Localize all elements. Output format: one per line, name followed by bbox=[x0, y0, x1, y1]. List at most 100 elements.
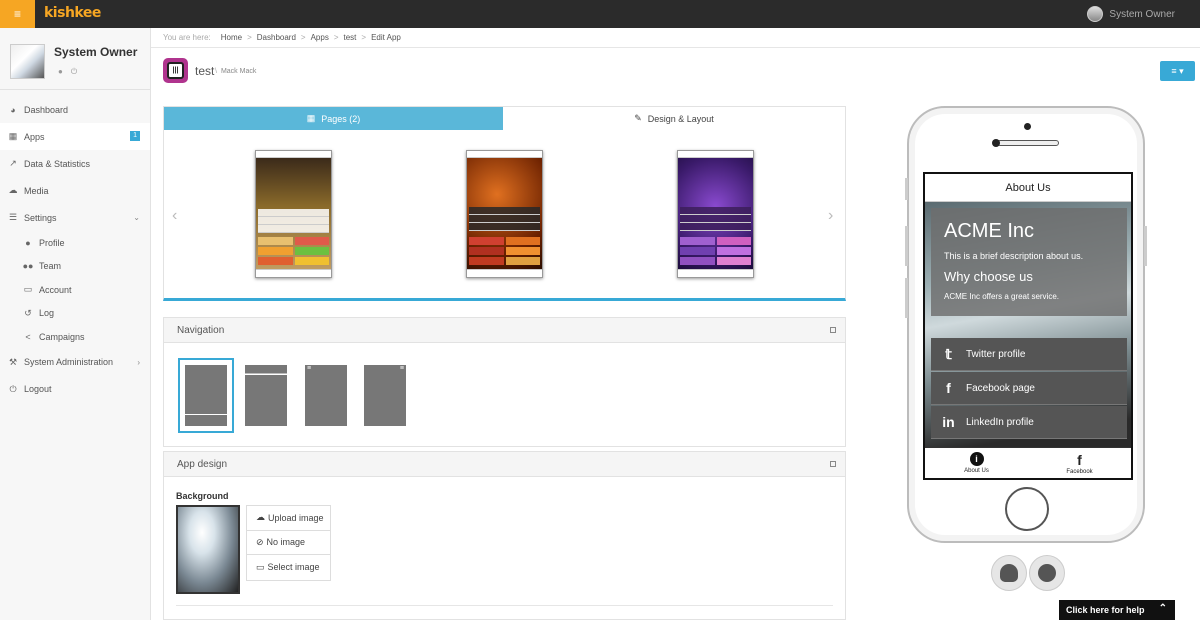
page-thumbnail-about-us[interactable] bbox=[255, 150, 332, 278]
pages-panel: ▦ Pages (2) ✎ Design & Layout ‹ › bbox=[163, 106, 846, 301]
panel-title: Navigation bbox=[177, 324, 225, 336]
app-icon: ||| bbox=[163, 58, 188, 83]
user-icon[interactable]: ● bbox=[58, 67, 63, 77]
carousel-next-icon[interactable]: › bbox=[828, 207, 833, 225]
grid-icon: ▦ bbox=[8, 131, 18, 141]
page-thumbnail-gallery[interactable] bbox=[677, 150, 754, 278]
sidebar-item-dashboard[interactable]: ◕ Dashboard bbox=[0, 96, 150, 123]
apple-icon bbox=[1038, 564, 1056, 582]
android-button[interactable] bbox=[991, 555, 1027, 591]
logo[interactable]: kishkee bbox=[44, 5, 101, 21]
panel-title: App design bbox=[177, 458, 228, 470]
carousel-prev-icon[interactable]: ‹ bbox=[172, 207, 177, 225]
button-label: No image bbox=[266, 537, 306, 548]
sidebar-item-account[interactable]: ▭ Account bbox=[0, 278, 150, 302]
sidebar-item-media[interactable]: ☁ Media bbox=[0, 177, 150, 204]
no-image-button[interactable]: ⊘ No image bbox=[247, 531, 330, 555]
android-icon bbox=[1000, 564, 1018, 582]
sidebar-item-label: Profile bbox=[39, 237, 65, 248]
user-icon: ● bbox=[25, 237, 31, 248]
phone-speaker bbox=[992, 139, 1059, 147]
share-icon: < bbox=[25, 331, 31, 342]
collapse-icon[interactable] bbox=[830, 327, 836, 333]
sidebar-item-log[interactable]: ↺ Log bbox=[0, 302, 150, 326]
user-menu[interactable]: System Owner bbox=[1087, 6, 1175, 22]
phone-preview: About Us ACME Inc This is a brief descri… bbox=[905, 106, 1147, 543]
background-actions: ☁ Upload image ⊘ No image ▭ Select image bbox=[246, 505, 331, 581]
phone-side-button bbox=[905, 278, 908, 318]
app-design-panel-header[interactable]: App design bbox=[163, 451, 846, 477]
tab-facebook[interactable]: f Facebook bbox=[1028, 448, 1131, 478]
page-subtitle-text: Mack Mack bbox=[220, 68, 257, 75]
collapse-icon[interactable] bbox=[830, 461, 836, 467]
phone-screen: About Us ACME Inc This is a brief descri… bbox=[923, 172, 1133, 480]
chevron-up-icon: ⌃ bbox=[1158, 603, 1167, 614]
sidebar-item-campaigns[interactable]: < Campaigns bbox=[0, 325, 150, 349]
equalizer-icon: ||| bbox=[167, 62, 184, 79]
hero-block: ACME Inc This is a brief description abo… bbox=[931, 208, 1127, 316]
options-menu-button[interactable]: ≡ ▾ bbox=[1160, 61, 1195, 81]
sidebar-item-team[interactable]: ●● Team bbox=[0, 255, 150, 279]
screen-tabbar: i About Us f Facebook bbox=[925, 447, 1131, 478]
upload-icon: ☁ bbox=[256, 512, 265, 523]
twitter-link[interactable]: 𝕥 Twitter profile bbox=[931, 338, 1127, 371]
power-icon[interactable]: ⏻ bbox=[71, 67, 77, 77]
nav-style-side-menu-left[interactable]: ≡ bbox=[305, 365, 347, 426]
sidebar-item-logout[interactable]: ⏻ Logout bbox=[0, 376, 150, 403]
nav-style-top-tabs[interactable] bbox=[245, 365, 287, 426]
breadcrumb-home[interactable]: Home bbox=[221, 33, 242, 42]
nav-style-bottom-tabs[interactable] bbox=[178, 358, 234, 433]
link-label: LinkedIn profile bbox=[966, 416, 1034, 428]
tab-pages[interactable]: ▦ Pages (2) bbox=[164, 107, 503, 130]
avatar bbox=[1087, 6, 1104, 22]
twitter-icon: 𝕥 bbox=[945, 345, 952, 362]
sidebar-item-label: Media bbox=[24, 185, 49, 196]
cloud-icon: ☁ bbox=[8, 185, 18, 195]
apple-button[interactable] bbox=[1029, 555, 1065, 591]
breadcrumb-apps[interactable]: Apps bbox=[311, 33, 329, 42]
sidebar-item-data-statistics[interactable]: ↗ Data & Statistics bbox=[0, 150, 150, 177]
sidebar-item-system-administration[interactable]: ⚒ System Administration › bbox=[0, 349, 150, 376]
facebook-icon: f bbox=[1077, 451, 1082, 468]
facebook-link[interactable]: f Facebook page bbox=[931, 372, 1127, 405]
background-preview bbox=[176, 505, 240, 594]
link-label: Twitter profile bbox=[966, 348, 1026, 360]
select-image-button[interactable]: ▭ Select image bbox=[247, 555, 330, 580]
menu-icon: ≡ bbox=[307, 365, 312, 372]
navigation-panel-header[interactable]: Navigation bbox=[163, 317, 846, 343]
sidebar: System Owner ● ⏻ ◕ Dashboard ▦ Apps 1 ↗ Data… bbox=[0, 28, 151, 620]
help-label: Click here for help bbox=[1066, 605, 1145, 615]
tab-about-us[interactable]: i About Us bbox=[925, 448, 1028, 478]
profile-name: System Owner bbox=[54, 45, 138, 59]
tab-design-layout[interactable]: ✎ Design & Layout bbox=[503, 107, 845, 130]
user-name: System Owner bbox=[1109, 8, 1175, 20]
help-button[interactable]: Click here for help ⌃ bbox=[1059, 600, 1175, 620]
sidebar-item-label: System Administration bbox=[24, 357, 114, 367]
sidebar-item-label: Log bbox=[39, 308, 55, 319]
page-thumbnail-facebook[interactable] bbox=[466, 150, 543, 278]
phone-camera bbox=[1024, 123, 1031, 130]
menu-icon: ≡ bbox=[13, 7, 21, 21]
breadcrumb-test[interactable]: test bbox=[343, 33, 356, 42]
link-label: Facebook page bbox=[966, 382, 1035, 394]
folder-icon: ▭ bbox=[256, 561, 265, 572]
sidebar-item-apps[interactable]: ▦ Apps 1 bbox=[0, 123, 150, 150]
sidebar-nav: ◕ Dashboard ▦ Apps 1 ↗ Data & Statistics ☁ Me… bbox=[0, 96, 150, 403]
ban-icon: ⊘ bbox=[256, 536, 264, 547]
sidebar-item-label: Settings bbox=[24, 212, 57, 223]
sidebar-item-settings[interactable]: ☰ Settings ⌄ bbox=[0, 204, 150, 231]
menu-toggle-button[interactable]: ≡ bbox=[0, 0, 35, 28]
nav-style-side-menu-right[interactable]: ≡ bbox=[364, 365, 406, 426]
profile-picture[interactable] bbox=[10, 44, 45, 79]
apps-count-badge: 1 bbox=[130, 131, 140, 141]
button-label: Select image bbox=[267, 562, 320, 573]
breadcrumb-dashboard[interactable]: Dashboard bbox=[257, 33, 296, 42]
sidebar-item-label: Campaigns bbox=[39, 331, 85, 342]
breadcrumb-separator: > bbox=[300, 33, 306, 42]
sidebar-item-profile[interactable]: ● Profile bbox=[0, 231, 150, 255]
button-label: Upload image bbox=[268, 512, 324, 523]
upload-image-button[interactable]: ☁ Upload image bbox=[247, 506, 330, 531]
tab-label: About Us bbox=[964, 468, 989, 474]
menu-icon: ≡ ▾ bbox=[1171, 65, 1184, 76]
linkedin-link[interactable]: in LinkedIn profile bbox=[931, 406, 1127, 439]
